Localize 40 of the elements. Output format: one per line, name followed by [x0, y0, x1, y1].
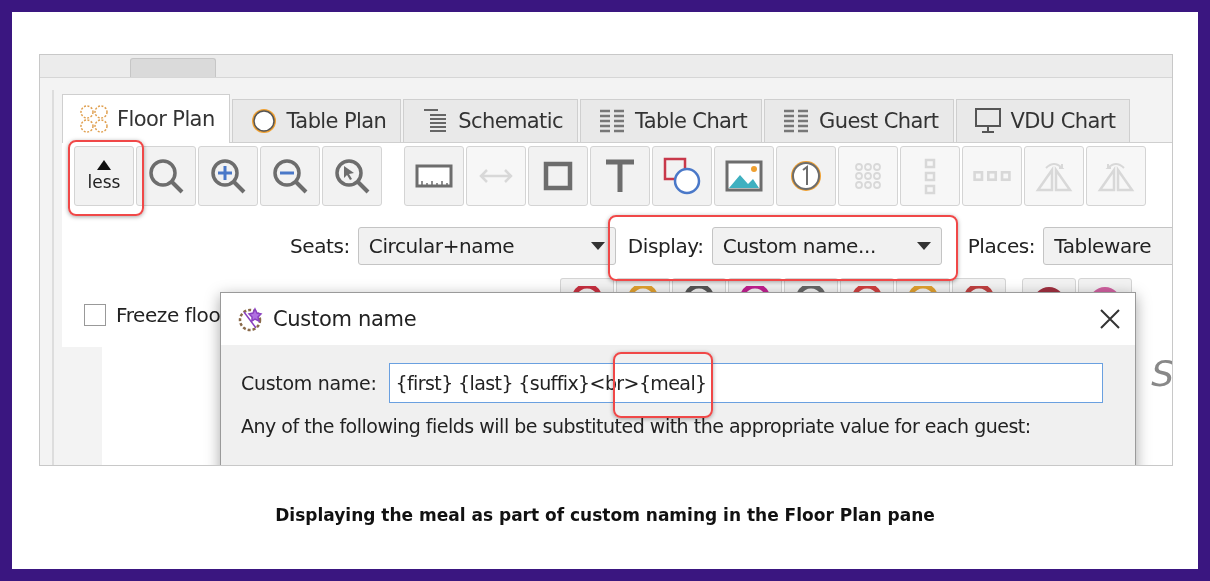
tab[interactable]: Floor Plan	[62, 94, 230, 143]
checkbox[interactable]	[84, 304, 106, 326]
tab[interactable]: Guest Chart	[764, 99, 954, 142]
shapes-icon	[662, 156, 702, 196]
tab[interactable]: Schematic	[403, 99, 578, 142]
field-label: Custom name:	[241, 372, 377, 394]
caption: Displaying the meal as part of custom naming in the Floor Plan pane	[274, 505, 936, 525]
tab[interactable]: Table Chart	[579, 99, 763, 142]
dialog-title: Custom name	[273, 307, 418, 331]
option-label: Seats:	[290, 234, 350, 258]
toolbar-button[interactable]	[652, 146, 712, 206]
toolbar-button[interactable]	[404, 146, 464, 206]
tab[interactable]: Table Plan	[231, 99, 402, 142]
caret-icon	[916, 242, 931, 250]
horizontal-dots-icon	[973, 170, 1011, 182]
zoom-out-icon	[270, 156, 310, 196]
toolbar-button[interactable]	[198, 146, 258, 206]
caret-icon	[590, 242, 605, 250]
checkbox-label: Freeze floo	[116, 303, 221, 327]
toolbar-button[interactable]	[260, 146, 320, 206]
toolbar-button[interactable]	[714, 146, 774, 206]
floor-plan-icon	[79, 104, 109, 134]
option-label: Display:	[627, 234, 704, 258]
dropdown[interactable]: Tableware	[1043, 227, 1172, 265]
toolbar-button[interactable]	[322, 146, 382, 206]
toolbar-button[interactable]	[590, 146, 650, 206]
description-text: Any of the following fields will be substituted with the appropriate value for each guest:	[240, 414, 1032, 437]
close-icon[interactable]	[1099, 308, 1121, 330]
toolbar-button[interactable]	[136, 146, 196, 206]
monitor-icon	[972, 106, 1003, 136]
tab[interactable]: VDU Chart	[955, 99, 1131, 142]
search-icon	[146, 156, 186, 196]
dropdown[interactable]: Custom name...	[711, 227, 942, 265]
toolbar-button[interactable]	[776, 146, 836, 206]
zoom-pointer-icon	[332, 156, 372, 196]
zoom-in-icon	[208, 156, 248, 196]
toolbar-button[interactable]	[528, 146, 588, 206]
less-button[interactable]: less	[74, 146, 134, 206]
option-label: Places:	[967, 234, 1036, 258]
dropdown[interactable]: Circular+name	[357, 227, 616, 265]
